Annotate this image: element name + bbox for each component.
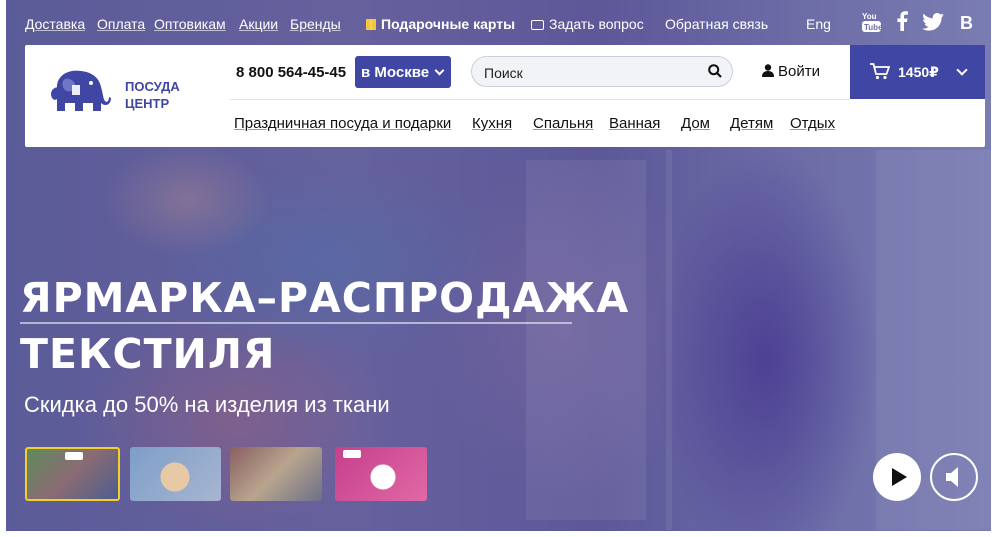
cart-icon: [870, 63, 890, 80]
gift-cards-link[interactable]: Подарочные карты: [366, 16, 515, 32]
hero-title-line-1: ЯРМАРКА–РАСПРОДАЖА: [20, 274, 630, 322]
youtube-icon[interactable]: You Tube: [862, 11, 883, 38]
top-bar: Доставка Оплата Оптовикам Акции Бренды П…: [0, 0, 1000, 44]
chat-icon: [531, 20, 544, 30]
topbar-link-brands[interactable]: Бренды: [290, 16, 341, 32]
search-placeholder: Поиск: [484, 65, 523, 81]
topbar-link-delivery[interactable]: Доставка: [25, 16, 85, 32]
svg-text:You: You: [862, 12, 877, 21]
sound-button[interactable]: [930, 453, 978, 501]
chevron-down-icon: [956, 64, 968, 76]
facebook-icon[interactable]: [896, 11, 908, 36]
topbar-link-payment[interactable]: Оплата: [97, 16, 145, 32]
login-label: Войти: [778, 63, 820, 80]
play-button[interactable]: [873, 453, 921, 501]
nav-item-kids[interactable]: Детям: [730, 115, 773, 132]
cart-amount: 1450₽: [898, 64, 939, 80]
cart-button[interactable]: 1450₽: [850, 45, 985, 99]
thumbnail-logo: [65, 452, 83, 460]
nav-item-kitchen[interactable]: Кухня: [472, 115, 512, 132]
language-switch[interactable]: Eng: [806, 16, 831, 32]
vk-icon[interactable]: В: [960, 13, 973, 34]
nav-item-holiday[interactable]: Праздничная посуда и подарки: [234, 115, 451, 132]
logo-line-2: ЦЕНТР: [125, 96, 170, 111]
chevron-down-icon: [434, 65, 445, 76]
hero-subtitle: Скидка до 50% на изделия из ткани: [24, 392, 390, 417]
feedback-link[interactable]: Обратная связь: [665, 16, 768, 32]
gift-icon: [366, 19, 376, 30]
hero-thumbnail-4[interactable]: [335, 447, 427, 501]
hero-title-line-2: ТЕКСТИЛЯ: [20, 330, 276, 378]
background-shelf: [526, 160, 646, 520]
logo-text[interactable]: ПОСУДА ЦЕНТР: [125, 78, 180, 112]
ask-question-label: Задать вопрос: [549, 16, 644, 32]
hero-thumbnail-2[interactable]: [130, 447, 221, 501]
topbar-link-promos[interactable]: Акции: [239, 16, 278, 32]
hero-title-rule: [20, 322, 572, 324]
speaker-icon: [946, 467, 958, 487]
topbar-link-wholesale[interactable]: Оптовикам: [154, 16, 226, 32]
search-input[interactable]: Поиск: [471, 56, 733, 87]
gift-cards-label: Подарочные карты: [381, 16, 516, 32]
search-icon[interactable]: [708, 64, 722, 78]
user-icon: [762, 64, 774, 77]
nav-item-bedroom[interactable]: Спальня: [533, 115, 593, 132]
phone-number[interactable]: 8 800 564-45-45: [236, 64, 346, 81]
nav-item-home[interactable]: Дом: [681, 115, 710, 132]
hero-thumbnail-1[interactable]: [25, 447, 120, 501]
elephant-logo-icon[interactable]: [47, 67, 111, 113]
svg-text:Tube: Tube: [864, 23, 882, 32]
city-select-button[interactable]: в Москве: [355, 56, 451, 88]
twitter-icon[interactable]: [922, 13, 944, 36]
background-shelf-edge: [666, 150, 672, 530]
site-header: ПОСУДА ЦЕНТР 8 800 564-45-45 в Москве По…: [25, 45, 985, 147]
logo-line-1: ПОСУДА: [125, 79, 180, 94]
header-divider: [230, 99, 850, 100]
thumbnail-logo: [343, 450, 361, 458]
nav-item-bathroom[interactable]: Ванная: [609, 115, 660, 132]
hero-thumbnail-3[interactable]: [230, 447, 322, 501]
login-button[interactable]: Войти: [762, 63, 820, 80]
ask-question-link[interactable]: Задать вопрос: [531, 16, 644, 32]
nav-item-leisure[interactable]: Отдых: [790, 115, 835, 132]
city-label: в Москве: [361, 64, 430, 81]
